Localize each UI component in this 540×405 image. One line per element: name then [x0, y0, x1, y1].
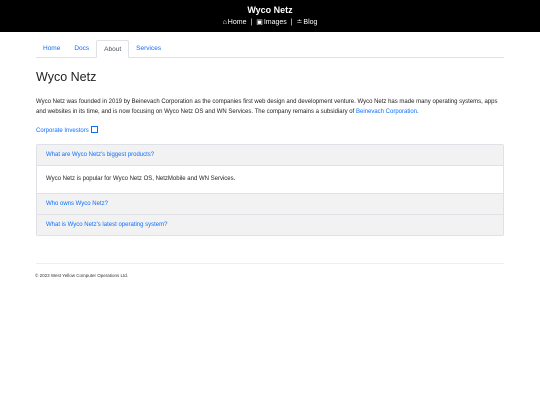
accordion-item: Who owns Wyco Netz?	[37, 194, 503, 215]
nav-images-link[interactable]: ▣Images	[256, 19, 287, 26]
nav-separator: |	[290, 19, 293, 26]
tab-services[interactable]: Services	[129, 40, 168, 57]
about-text-end: .	[417, 108, 419, 115]
rss-icon: ≐	[296, 19, 303, 26]
external-link-icon[interactable]	[90, 126, 98, 133]
home-icon: ⌂	[222, 19, 227, 26]
tab-bar: Home Docs About Services	[36, 40, 504, 58]
about-paragraph: Wyco Netz was founded in 2019 by Beineva…	[36, 98, 504, 117]
accordion-body-products: Wyco Netz is popular for Wyco Netz OS, N…	[37, 166, 503, 194]
nav-blog-label: Blog	[303, 19, 318, 26]
site-brand[interactable]: Wyco Netz	[0, 4, 540, 16]
nav-home-link[interactable]: ⌂Home	[223, 19, 247, 26]
nav-blog-link[interactable]: ≐Blog	[297, 19, 318, 26]
top-header: Wyco Netz ⌂Home | ▣Images | ≐Blog	[0, 0, 540, 32]
faq-accordion: What are Wyco Netz's biggest products? W…	[36, 144, 504, 236]
beinevach-link[interactable]: Beinevach Corporation	[356, 109, 417, 115]
tab-about[interactable]: About	[96, 40, 130, 58]
images-icon: ▣	[256, 19, 263, 26]
accordion-header-products[interactable]: What are Wyco Netz's biggest products?	[37, 145, 503, 166]
tab-docs[interactable]: Docs	[67, 40, 96, 57]
nav-home-label: Home	[227, 19, 247, 26]
accordion-header-owner[interactable]: Who owns Wyco Netz?	[37, 194, 503, 215]
investors-row: Corporate Investors	[36, 125, 504, 136]
tab-home[interactable]: Home	[36, 40, 67, 57]
accordion-header-latest-os[interactable]: What is Wyco Netz's latest operating sys…	[37, 215, 503, 235]
accordion-item: What are Wyco Netz's biggest products? W…	[37, 145, 503, 194]
corporate-investors-link[interactable]: Corporate Investors	[36, 128, 89, 134]
about-text: Wyco Netz was founded in 2019 by Beineva…	[36, 99, 498, 115]
nav-separator: |	[250, 19, 253, 26]
page-title: Wyco Netz	[36, 70, 97, 84]
nav-images-label: Images	[263, 19, 287, 26]
main-container: Home Docs About Services Wyco Netz Wyco …	[35, 40, 504, 279]
footer-divider	[36, 263, 504, 264]
footer-copyright: © 2023 West Yellow Computer Operations L…	[35, 273, 129, 278]
top-nav: ⌂Home | ▣Images | ≐Blog	[0, 17, 540, 28]
accordion-item: What is Wyco Netz's latest operating sys…	[37, 215, 503, 235]
